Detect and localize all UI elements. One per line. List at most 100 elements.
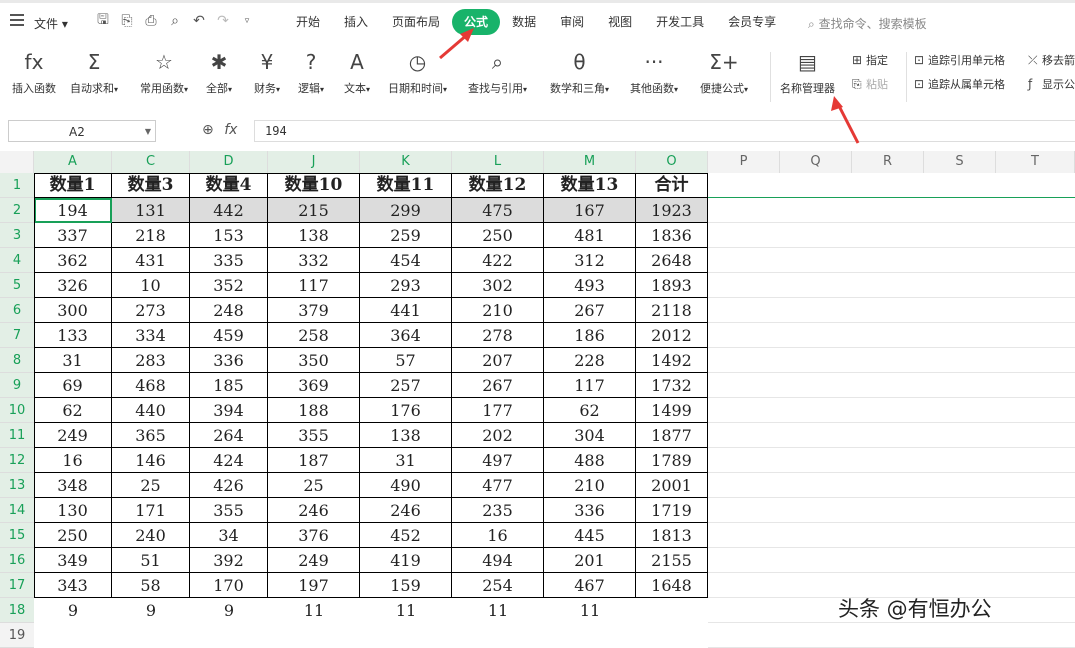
row-header-10[interactable]: 10 xyxy=(0,398,34,423)
ribbon-small-define[interactable]: ⊞ 指定 xyxy=(852,52,888,68)
hamburger-menu-icon[interactable] xyxy=(10,14,24,26)
data-cell[interactable]: 362 xyxy=(34,248,112,273)
print-icon[interactable]: ⎙ xyxy=(142,12,160,30)
data-cell[interactable]: 9 xyxy=(190,598,268,623)
data-cell[interactable]: 62 xyxy=(34,398,112,423)
data-cell[interactable]: 475 xyxy=(452,198,544,223)
data-cell[interactable]: 57 xyxy=(360,348,452,373)
data-cell[interactable]: 131 xyxy=(112,198,190,223)
row-header-13[interactable]: 13 xyxy=(0,473,34,498)
ribbon-small-paste[interactable]: ⎘ 粘贴 xyxy=(852,76,888,92)
data-cell[interactable] xyxy=(112,623,190,648)
data-cell[interactable]: 494 xyxy=(452,548,544,573)
column-header-A[interactable]: A xyxy=(34,151,112,173)
name-box[interactable]: A2 ▼ xyxy=(8,120,156,142)
data-cell[interactable]: 355 xyxy=(268,423,360,448)
data-cell[interactable]: 335 xyxy=(190,248,268,273)
data-cell[interactable]: 426 xyxy=(190,473,268,498)
data-cell[interactable]: 369 xyxy=(268,373,360,398)
row-header-16[interactable]: 16 xyxy=(0,548,34,573)
redo-icon[interactable]: ↷ xyxy=(214,12,232,30)
customize-dropdown-icon[interactable]: ▿ xyxy=(238,12,256,30)
data-cell[interactable]: 11 xyxy=(544,598,636,623)
ribbon-button-2[interactable]: ☆ 常用函数▾ xyxy=(140,48,188,96)
row-header-5[interactable]: 5 xyxy=(0,273,34,298)
data-cell[interactable]: 159 xyxy=(360,573,452,598)
data-cell[interactable]: 1789 xyxy=(636,448,708,473)
data-cell[interactable]: 352 xyxy=(190,273,268,298)
ribbon-button-1[interactable]: Σ 自动求和▾ xyxy=(70,48,118,96)
ribbon-button-7[interactable]: ◷ 日期和时间▾ xyxy=(388,48,447,96)
data-cell[interactable]: 467 xyxy=(544,573,636,598)
data-cell[interactable]: 1719 xyxy=(636,498,708,523)
data-cell[interactable]: 9 xyxy=(34,598,112,623)
data-cell[interactable]: 1648 xyxy=(636,573,708,598)
file-menu[interactable]: 文件 ▾ xyxy=(34,15,68,32)
select-all-corner[interactable] xyxy=(0,151,34,173)
data-cell[interactable]: 336 xyxy=(544,498,636,523)
data-cell[interactable]: 468 xyxy=(112,373,190,398)
data-cell[interactable]: 2648 xyxy=(636,248,708,273)
zoom-icon[interactable]: ⊕ xyxy=(202,122,214,138)
ribbon-button-12[interactable]: ▤ 名称管理器 xyxy=(780,48,835,96)
data-cell[interactable]: 25 xyxy=(268,473,360,498)
data-cell[interactable]: 493 xyxy=(544,273,636,298)
ribbon-button-3[interactable]: ✱ 全部▾ xyxy=(206,48,232,96)
data-cell[interactable]: 2155 xyxy=(636,548,708,573)
header-cell[interactable]: 数量11 xyxy=(360,173,452,198)
row-header-8[interactable]: 8 xyxy=(0,348,34,373)
data-cell[interactable]: 249 xyxy=(34,423,112,448)
column-header-R[interactable]: R xyxy=(852,151,924,173)
data-cell[interactable]: 355 xyxy=(190,498,268,523)
data-cell[interactable]: 273 xyxy=(112,298,190,323)
data-cell[interactable]: 259 xyxy=(360,223,452,248)
data-cell[interactable]: 1732 xyxy=(636,373,708,398)
data-cell[interactable]: 146 xyxy=(112,448,190,473)
data-cell[interactable]: 264 xyxy=(190,423,268,448)
data-cell[interactable] xyxy=(268,623,360,648)
data-cell[interactable]: 1877 xyxy=(636,423,708,448)
ribbon-button-4[interactable]: ¥ 财务▾ xyxy=(254,48,280,96)
data-cell[interactable]: 2001 xyxy=(636,473,708,498)
data-cell[interactable]: 210 xyxy=(452,298,544,323)
row-header-3[interactable]: 3 xyxy=(0,223,34,248)
data-cell[interactable]: 440 xyxy=(112,398,190,423)
data-cell[interactable]: 138 xyxy=(268,223,360,248)
data-cell[interactable]: 304 xyxy=(544,423,636,448)
data-cell[interactable]: 138 xyxy=(360,423,452,448)
export-pdf-icon[interactable]: ⎘ xyxy=(118,12,136,30)
data-cell[interactable]: 1893 xyxy=(636,273,708,298)
ribbon-small-show-formulas[interactable]: ƒ 显示公 xyxy=(1028,76,1075,92)
data-cell[interactable] xyxy=(544,623,636,648)
data-cell[interactable]: 445 xyxy=(544,523,636,548)
column-header-M[interactable]: M xyxy=(544,151,636,173)
data-cell[interactable]: 16 xyxy=(34,448,112,473)
formula-input[interactable]: 194 xyxy=(254,120,1075,142)
tab-0[interactable]: 开始 xyxy=(284,9,332,35)
data-cell[interactable]: 194 xyxy=(34,198,112,223)
data-cell[interactable]: 187 xyxy=(268,448,360,473)
data-cell[interactable]: 267 xyxy=(544,298,636,323)
data-cell[interactable]: 481 xyxy=(544,223,636,248)
data-cell[interactable]: 424 xyxy=(190,448,268,473)
data-cell[interactable]: 62 xyxy=(544,398,636,423)
row-header-15[interactable]: 15 xyxy=(0,523,34,548)
data-cell[interactable]: 250 xyxy=(452,223,544,248)
data-cell[interactable]: 1923 xyxy=(636,198,708,223)
data-cell[interactable]: 348 xyxy=(34,473,112,498)
ribbon-small-trace-dependents[interactable]: ⊡ 追踪从属单元格 xyxy=(914,76,1005,92)
command-search[interactable]: ⌕ 查找命令、搜索模板 xyxy=(808,15,927,32)
ribbon-button-5[interactable]: ? 逻辑▾ xyxy=(298,48,324,96)
data-cell[interactable]: 441 xyxy=(360,298,452,323)
data-cell[interactable]: 246 xyxy=(268,498,360,523)
row-header-6[interactable]: 6 xyxy=(0,298,34,323)
data-cell[interactable]: 170 xyxy=(190,573,268,598)
data-cell[interactable] xyxy=(636,598,708,623)
data-cell[interactable]: 488 xyxy=(544,448,636,473)
ribbon-button-0[interactable]: fx 插入函数 xyxy=(12,48,56,96)
data-cell[interactable]: 202 xyxy=(452,423,544,448)
data-cell[interactable]: 490 xyxy=(360,473,452,498)
ribbon-button-9[interactable]: θ 数学和三角▾ xyxy=(550,48,609,96)
data-cell[interactable]: 130 xyxy=(34,498,112,523)
data-cell[interactable]: 379 xyxy=(268,298,360,323)
